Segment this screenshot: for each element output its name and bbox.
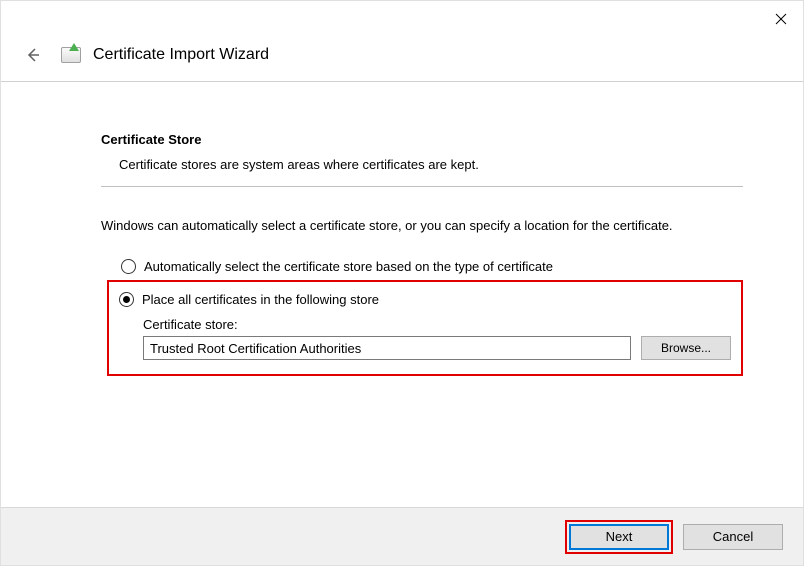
- radio-auto-row[interactable]: Automatically select the certificate sto…: [121, 259, 743, 274]
- radio-manual[interactable]: [119, 292, 134, 307]
- wizard-title: Certificate Import Wizard: [93, 46, 269, 64]
- certificate-store-input[interactable]: [143, 336, 631, 360]
- selected-highlight: Place all certificates in the following …: [107, 280, 743, 376]
- wizard-footer: Next Cancel: [1, 507, 803, 565]
- radio-manual-row[interactable]: Place all certificates in the following …: [119, 292, 731, 307]
- wizard-content: Certificate Store Certificate stores are…: [1, 82, 803, 376]
- back-button[interactable]: [21, 43, 45, 67]
- radio-auto-label: Automatically select the certificate sto…: [144, 259, 553, 274]
- cancel-button[interactable]: Cancel: [683, 524, 783, 550]
- section-description: Certificate stores are system areas wher…: [119, 157, 743, 172]
- next-highlight: Next: [565, 520, 673, 554]
- wizard-header: Certificate Import Wizard: [1, 37, 803, 82]
- store-field-label: Certificate store:: [143, 317, 731, 332]
- radio-auto[interactable]: [121, 259, 136, 274]
- back-arrow-icon: [24, 46, 42, 64]
- next-button[interactable]: Next: [569, 524, 669, 550]
- store-selection-group: Automatically select the certificate sto…: [121, 259, 743, 376]
- separator: [101, 186, 743, 187]
- section-title: Certificate Store: [101, 132, 743, 147]
- title-bar: [1, 1, 803, 37]
- close-button[interactable]: [771, 9, 791, 29]
- radio-manual-label: Place all certificates in the following …: [142, 292, 379, 307]
- certificate-wizard-icon: [59, 43, 83, 67]
- browse-button[interactable]: Browse...: [641, 336, 731, 360]
- store-field-row: Browse...: [143, 336, 731, 360]
- close-icon: [775, 13, 787, 25]
- instruction-text: Windows can automatically select a certi…: [101, 217, 743, 235]
